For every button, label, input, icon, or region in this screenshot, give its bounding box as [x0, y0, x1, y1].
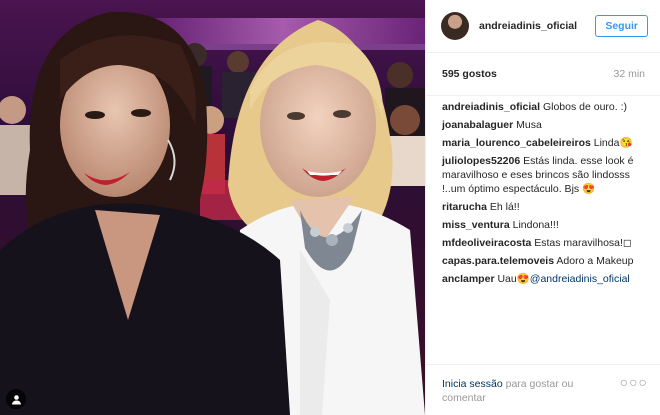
post-username[interactable]: andreiadinis_oficial — [479, 20, 595, 32]
comments-list: andreiadinis_oficial Globos de ouro. :) … — [426, 96, 660, 286]
more-options-icon[interactable]: ○○○ — [620, 375, 648, 405]
person-silhouette — [11, 394, 21, 404]
comment-text: Linda😘 — [593, 137, 633, 149]
likes-count[interactable]: 595 gostos — [442, 68, 497, 80]
comment-text: Eh lá!! — [489, 201, 520, 213]
list-item: capas.para.telemoveis Adoro a Makeup — [442, 254, 648, 268]
selfie-image — [0, 0, 425, 415]
comment-username[interactable]: juliolopes52206 — [442, 155, 520, 167]
comment-text: Adoro a Makeup — [556, 255, 634, 267]
comment-username[interactable]: joanabalaguer — [442, 119, 513, 131]
post-timestamp: 32 min — [613, 68, 645, 80]
avatar[interactable] — [441, 12, 469, 40]
list-item: maria_lourenco_cabeleireiros Linda😘 — [442, 136, 648, 150]
comment-username[interactable]: miss_ventura — [442, 219, 510, 231]
comment-text: Globos de ouro. :) — [542, 101, 628, 113]
comment-text: Estas maravilhosa!◻ — [534, 237, 632, 249]
list-item: joanabalaguer Musa — [442, 118, 648, 132]
comment-text: Musa — [516, 119, 542, 131]
comment-username[interactable]: capas.para.telemoveis — [442, 255, 554, 267]
login-prompt: Inicia sessão para gostar ou comentar — [442, 377, 592, 405]
list-item: juliolopes52206 Estás linda. esse look é… — [442, 154, 648, 196]
list-item: andreiadinis_oficial Globos de ouro. :) — [442, 100, 648, 114]
post-photo[interactable] — [0, 0, 425, 415]
comment-text: Lindona!!! — [512, 219, 559, 231]
comment-username[interactable]: maria_lourenco_cabeleireiros — [442, 137, 591, 149]
list-item: ritarucha Eh lá!! — [442, 200, 648, 214]
list-item: mfdeoliveiracosta Estas maravilhosa!◻ — [442, 236, 648, 250]
post-header: andreiadinis_oficial Seguir — [426, 0, 660, 53]
post-footer: Inicia sessão para gostar ou comentar ○○… — [426, 364, 660, 405]
comment-text: Uau😍 — [497, 273, 530, 285]
login-link[interactable]: Inicia sessão — [442, 378, 503, 390]
list-item: ancIamper Uau😍@andreiadinis_oficial — [442, 272, 648, 286]
instagram-post: andreiadinis_oficial Seguir 595 gostos 3… — [0, 0, 660, 415]
post-sidebar: andreiadinis_oficial Seguir 595 gostos 3… — [425, 0, 660, 415]
person-tag-icon[interactable] — [6, 389, 26, 409]
post-stats: 595 gostos 32 min — [426, 53, 660, 96]
comment-username[interactable]: ancIamper — [442, 273, 495, 285]
list-item: miss_ventura Lindona!!! — [442, 218, 648, 232]
comment-username[interactable]: mfdeoliveiracosta — [442, 237, 531, 249]
follow-button[interactable]: Seguir — [595, 15, 648, 37]
comment-username[interactable]: ritarucha — [442, 201, 487, 213]
comment-mention[interactable]: @andreiadinis_oficial — [530, 273, 630, 285]
comment-username[interactable]: andreiadinis_oficial — [442, 101, 540, 113]
